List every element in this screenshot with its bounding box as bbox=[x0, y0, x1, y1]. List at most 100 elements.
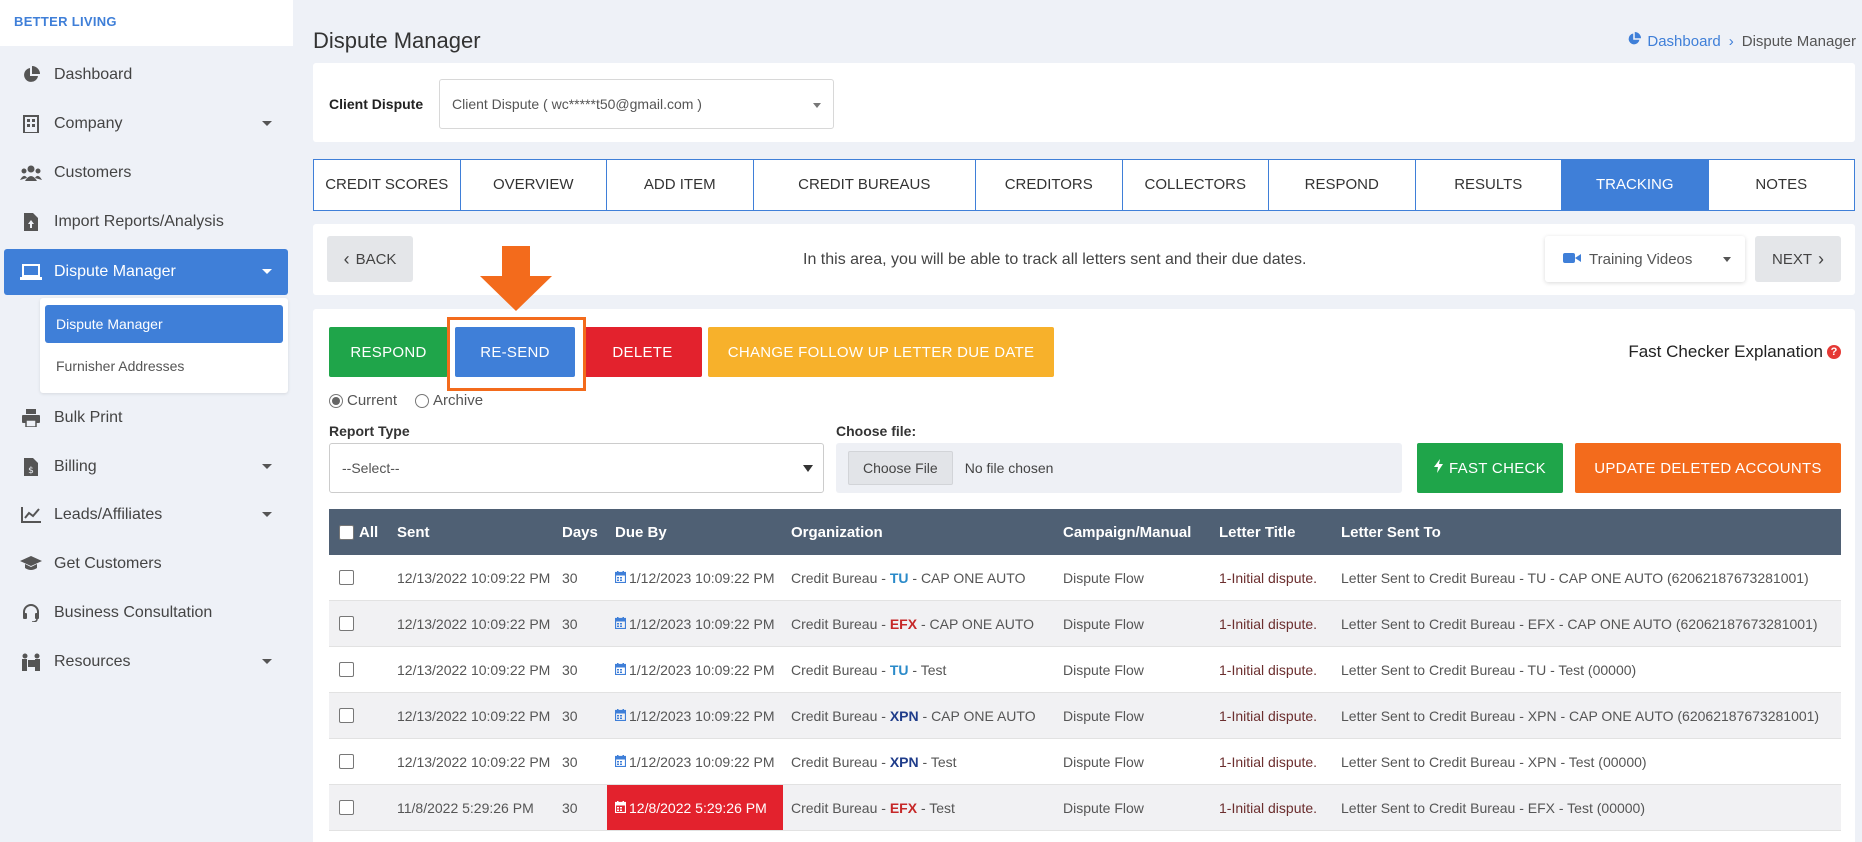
radio-circle bbox=[415, 393, 430, 408]
sidebar-item-billing[interactable]: $ Billing bbox=[4, 444, 288, 490]
table-row[interactable]: 12/13/2022 10:09:22 PM 30 1/12/2023 10:09:… bbox=[329, 555, 1841, 601]
due-by-text: 12/8/2022 5:29:26 PM bbox=[629, 799, 767, 816]
row-checkbox[interactable] bbox=[339, 800, 354, 815]
sidebar-item-resources[interactable]: Resources bbox=[4, 639, 288, 685]
tab-results[interactable]: RESULTS bbox=[1416, 160, 1562, 210]
bureau-code: TU bbox=[889, 569, 909, 586]
printer-icon bbox=[20, 407, 42, 429]
table-row[interactable]: 12/13/2022 10:09:22 PM 30 1/12/2023 10:09:… bbox=[329, 647, 1841, 693]
submenu-item-furnisher-addresses[interactable]: Furnisher Addresses bbox=[45, 347, 283, 385]
calendar-icon bbox=[614, 570, 627, 586]
campaign-cell: Dispute Flow bbox=[1063, 615, 1144, 632]
report-type-select[interactable]: --Select-- bbox=[329, 443, 824, 493]
table-row[interactable]: 12/13/2022 10:09:22 PM 30 1/12/2023 10:09:… bbox=[329, 601, 1841, 647]
campaign-cell: Dispute Flow bbox=[1063, 661, 1144, 678]
due-by-text: 1/12/2023 10:09:22 PM bbox=[629, 661, 775, 678]
resend-highlight-box bbox=[447, 317, 586, 391]
organization-prefix: Credit Bureau - bbox=[791, 569, 890, 586]
fast-checker-explanation-link[interactable]: Fast Checker Explanation ? bbox=[1628, 342, 1841, 362]
tab-credit-bureaus[interactable]: CREDIT BUREAUS bbox=[754, 160, 976, 210]
letter-title-cell: 1-Initial dispute. bbox=[1219, 615, 1318, 632]
table-row[interactable]: 12/13/2022 10:09:22 PM 30 1/12/2023 10:09:… bbox=[329, 739, 1841, 785]
sidebar-item-business-consultation[interactable]: Business Consultation bbox=[4, 590, 288, 636]
tab-overview[interactable]: OVERVIEW bbox=[461, 160, 607, 210]
tab-tracking[interactable]: TRACKING bbox=[1562, 160, 1709, 210]
select-all-header[interactable]: All bbox=[329, 509, 389, 555]
orange-arrow-down-icon bbox=[480, 246, 552, 311]
tab-collectors[interactable]: COLLECTORS bbox=[1123, 160, 1269, 210]
next-button-label: NEXT bbox=[1771, 250, 1812, 268]
organization-cell: Credit Bureau - TU - CAP ONE AUTO bbox=[783, 555, 1055, 600]
sidebar-item-company[interactable]: Company bbox=[4, 101, 288, 147]
row-checkbox[interactable] bbox=[339, 662, 354, 677]
sidebar-item-label: Bulk Print bbox=[54, 409, 123, 426]
client-dispute-select[interactable]: Client Dispute ( wc*****t50@gmail.com ) bbox=[439, 79, 834, 129]
delete-button[interactable]: DELETE bbox=[583, 327, 702, 377]
days-cell: 30 bbox=[562, 661, 578, 678]
sidebar-item-leads-affiliates[interactable]: Leads/Affiliates bbox=[4, 492, 288, 538]
sidebar-item-dashboard[interactable]: Dashboard bbox=[4, 52, 288, 98]
tab-creditors[interactable]: CREDITORS bbox=[976, 160, 1123, 210]
letter-title-cell: 1-Initial dispute. bbox=[1219, 569, 1318, 586]
caret-down-icon bbox=[803, 465, 813, 472]
days-cell: 30 bbox=[562, 799, 578, 816]
file-upload-icon bbox=[20, 211, 42, 233]
sidebar-item-get-customers[interactable]: Get Customers bbox=[4, 541, 288, 587]
row-checkbox[interactable] bbox=[339, 570, 354, 585]
table-body: 12/13/2022 10:09:22 PM 30 1/12/2023 10:09:… bbox=[329, 555, 1841, 831]
brand-logo[interactable]: BETTER LIVING bbox=[0, 0, 293, 46]
radio-archive[interactable]: Archive bbox=[415, 392, 483, 409]
letter-sent-to-cell: Letter Sent to Credit Bureau - XPN - CAP… bbox=[1341, 707, 1820, 724]
chevron-down-icon bbox=[262, 464, 272, 469]
due-by-cell: 1/12/2023 10:09:22 PM bbox=[607, 739, 783, 784]
submenu-item-dispute-manager[interactable]: Dispute Manager bbox=[45, 305, 283, 343]
row-select-cell bbox=[329, 601, 389, 646]
tab-respond[interactable]: RESPOND bbox=[1269, 160, 1416, 210]
respond-button[interactable]: RESPOND bbox=[329, 327, 448, 377]
row-checkbox[interactable] bbox=[339, 616, 354, 631]
header-sent: Sent bbox=[397, 523, 430, 541]
letter-title-cell: 1-Initial dispute. bbox=[1219, 661, 1318, 678]
fast-checker-explanation-label: Fast Checker Explanation bbox=[1628, 342, 1823, 361]
sent-cell: 11/8/2022 5:29:26 PM bbox=[397, 799, 534, 816]
breadcrumb-home-label: Dashboard bbox=[1647, 32, 1721, 50]
sidebar-item-label: Billing bbox=[54, 458, 97, 475]
chevron-down-icon bbox=[1723, 257, 1731, 262]
tab-credit-scores[interactable]: CREDIT SCORES bbox=[314, 160, 461, 210]
due-by-cell: 1/12/2023 10:09:22 PM bbox=[607, 693, 783, 738]
back-button[interactable]: ‹ BACK bbox=[327, 236, 413, 282]
fast-check-button[interactable]: FAST CHECK bbox=[1417, 443, 1563, 493]
header-days: Days bbox=[562, 523, 598, 541]
sidebar-item-import-reports[interactable]: Import Reports/Analysis bbox=[4, 199, 288, 245]
report-type-value: --Select-- bbox=[342, 460, 400, 476]
radio-current[interactable]: Current bbox=[329, 392, 397, 409]
sidebar-item-bulk-print[interactable]: Bulk Print bbox=[4, 395, 288, 441]
sidebar-item-dispute-manager[interactable]: Dispute Manager bbox=[4, 249, 288, 295]
select-all-checkbox[interactable] bbox=[339, 524, 354, 540]
change-due-date-button[interactable]: CHANGE FOLLOW UP LETTER DUE DATE bbox=[708, 327, 1054, 377]
laptop-icon bbox=[20, 261, 42, 283]
row-checkbox[interactable] bbox=[339, 754, 354, 769]
training-videos-label: Training Videos bbox=[1589, 250, 1693, 268]
chevron-right-icon: › bbox=[1728, 32, 1734, 50]
organization-cell: Credit Bureau - EFX - CAP ONE AUTO bbox=[783, 601, 1055, 646]
choose-file-button[interactable]: Choose File bbox=[848, 451, 953, 485]
letter-sent-to-cell: Letter Sent to Credit Bureau - EFX - Tes… bbox=[1341, 799, 1646, 816]
breadcrumb-current: Dispute Manager bbox=[1741, 32, 1856, 50]
fast-check-label: FAST CHECK bbox=[1449, 459, 1546, 477]
days-cell: 30 bbox=[562, 615, 578, 632]
next-button[interactable]: NEXT › bbox=[1755, 236, 1841, 282]
tab-add-item[interactable]: ADD ITEM bbox=[607, 160, 754, 210]
table-row[interactable]: 12/13/2022 10:09:22 PM 30 1/12/2023 10:09:… bbox=[329, 693, 1841, 739]
chevron-right-icon: › bbox=[1818, 248, 1824, 269]
tab-notes[interactable]: NOTES bbox=[1709, 160, 1855, 210]
bureau-code: XPN bbox=[889, 753, 919, 770]
breadcrumb-home-link[interactable]: Dashboard bbox=[1627, 32, 1721, 50]
update-deleted-accounts-button[interactable]: UPDATE DELETED ACCOUNTS bbox=[1575, 443, 1841, 493]
row-checkbox[interactable] bbox=[339, 708, 354, 723]
sidebar-item-customers[interactable]: Customers bbox=[4, 150, 288, 196]
sidebar-item-label: Business Consultation bbox=[54, 604, 213, 621]
sent-cell: 12/13/2022 10:09:22 PM bbox=[397, 615, 551, 632]
table-row[interactable]: 11/8/2022 5:29:26 PM 30 12/8/2022 5:29:26 … bbox=[329, 785, 1841, 831]
training-videos-dropdown[interactable]: Training Videos bbox=[1545, 236, 1745, 282]
